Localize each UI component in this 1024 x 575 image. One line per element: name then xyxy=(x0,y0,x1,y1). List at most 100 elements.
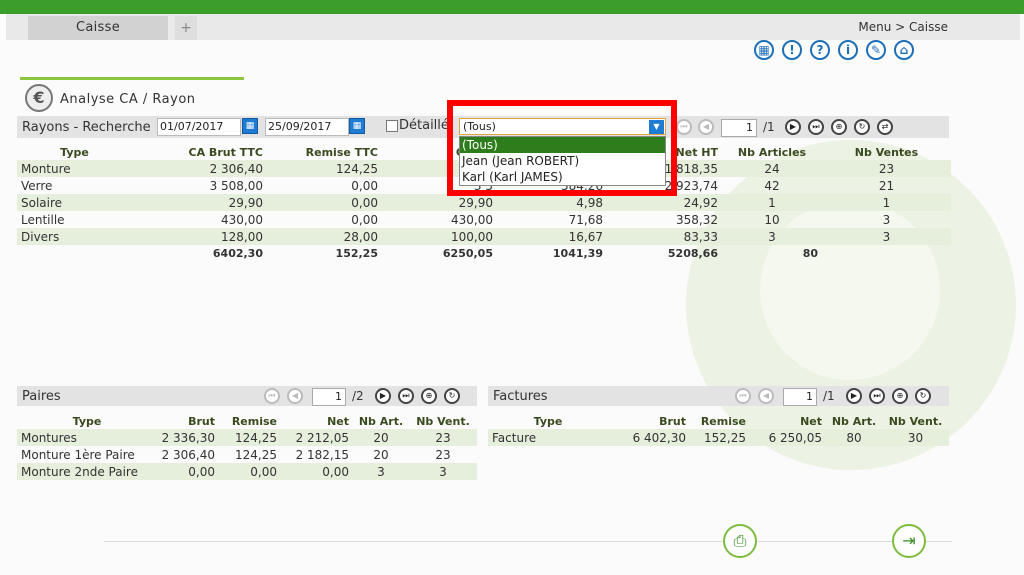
total-cell: 6250,05 xyxy=(442,247,493,260)
cell: 4,98 xyxy=(497,194,607,211)
totals-row: 6402,30 152,25 6250,05 1041,39 5208,66 8… xyxy=(17,245,951,262)
add-tab-button[interactable]: + xyxy=(175,16,197,40)
paires-page-input[interactable]: 1 xyxy=(312,388,346,406)
table-row[interactable]: Divers 128,00 28,00 100,00 16,67 83,33 3… xyxy=(17,228,951,245)
alert-icon[interactable]: ! xyxy=(782,40,802,60)
cell: 10 xyxy=(764,212,780,227)
home-icon[interactable]: ⌂ xyxy=(894,40,914,60)
col-header[interactable]: Type xyxy=(17,413,157,429)
last-page-icon[interactable]: ⏭ xyxy=(398,388,414,404)
tab-caisse[interactable]: Caisse xyxy=(28,16,168,40)
cell: 3 xyxy=(882,212,891,227)
top-brand-bar xyxy=(0,0,1024,14)
table-row[interactable]: Facture 6 402,30 152,25 6 250,05 80 30 xyxy=(488,429,949,446)
last-page-icon[interactable]: ⏭ xyxy=(869,388,885,404)
help-icon[interactable]: ? xyxy=(810,40,830,60)
next-page-icon[interactable]: ▶ xyxy=(785,119,801,135)
cell: 1 xyxy=(722,194,822,211)
cell: 152,25 xyxy=(690,429,750,446)
info-icon[interactable]: i xyxy=(838,40,858,60)
col-header[interactable]: Type xyxy=(17,144,132,160)
last-page-icon[interactable]: ⏭ xyxy=(808,119,824,135)
table-row[interactable]: Lentille 430,00 0,00 430,00 71,68 358,32… xyxy=(17,211,951,228)
date-to-input[interactable]: 25/09/2017 xyxy=(265,118,349,136)
zoom-icon[interactable]: ⊕ xyxy=(421,388,437,404)
zoom-icon[interactable]: ⊕ xyxy=(831,119,847,135)
cell: 358,32 xyxy=(676,212,718,227)
prev-page-icon[interactable]: ◀ xyxy=(287,388,303,404)
zoom-icon[interactable]: ⊕ xyxy=(892,388,908,404)
cell: 3 xyxy=(409,463,477,480)
print-button[interactable]: ⎙ xyxy=(723,524,757,558)
factures-title: Factures xyxy=(493,389,548,404)
next-page-icon[interactable]: ▶ xyxy=(846,388,862,404)
detail-checkbox[interactable] xyxy=(386,120,398,132)
col-header[interactable]: Remise xyxy=(219,413,281,429)
prev-page-icon[interactable]: ◀ xyxy=(698,119,714,135)
cell: Monture 2nde Paire xyxy=(17,463,157,480)
cell: 128,00 xyxy=(132,228,267,245)
col-header[interactable]: Net xyxy=(281,413,353,429)
cell: Verre xyxy=(21,178,53,193)
date-from-input[interactable]: 01/07/2017 xyxy=(157,118,241,136)
table-row[interactable]: Montures 2 336,30 124,25 2 212,05 20 23 xyxy=(17,429,477,446)
refresh-icon[interactable]: ↻ xyxy=(915,388,931,404)
cell: Monture xyxy=(17,160,132,177)
cell: 3 508,00 xyxy=(209,178,263,193)
col-header[interactable]: Nb Ventes xyxy=(822,144,951,160)
col-header[interactable]: Nb Art. xyxy=(826,413,882,429)
table-row[interactable]: Monture 1ère Paire 2 306,40 124,25 2 182… xyxy=(17,446,477,463)
col-header[interactable]: Remise xyxy=(690,413,750,429)
cell: Solaire xyxy=(17,194,132,211)
col-header[interactable]: Net xyxy=(750,413,826,429)
first-page-icon[interactable]: ⏮ xyxy=(735,388,751,404)
col-header[interactable]: Nb Articles xyxy=(722,144,822,160)
title-underline xyxy=(20,77,244,80)
refresh-icon[interactable]: ↻ xyxy=(444,388,460,404)
cell: 3 xyxy=(822,228,951,245)
page-number-input[interactable]: 1 xyxy=(721,119,757,137)
next-page-icon[interactable]: ▶ xyxy=(375,388,391,404)
col-header[interactable]: CA Brut TTC xyxy=(132,144,267,160)
export-icon[interactable]: ⇄ xyxy=(877,119,893,135)
cell: 0,00 xyxy=(157,463,219,480)
factures-page-input[interactable]: 1 xyxy=(783,388,817,406)
table-row[interactable]: Monture 2nde Paire 0,00 0,00 0,00 3 3 xyxy=(17,463,477,480)
cell: Lentille xyxy=(21,212,65,227)
cell: 124,25 xyxy=(235,447,277,462)
cell: 3 xyxy=(353,463,409,480)
detail-label: Détaillé xyxy=(399,118,449,133)
calculator-icon[interactable]: ▦ xyxy=(754,40,774,60)
cell: 20 xyxy=(373,447,389,462)
col-header[interactable]: Nb Art. xyxy=(353,413,409,429)
cell: 124,25 xyxy=(219,429,281,446)
paires-title: Paires xyxy=(22,389,61,404)
paires-page-total: /2 xyxy=(352,389,364,403)
cell: 2 306,40 xyxy=(161,447,215,462)
paires-table: Type Brut Remise Net Nb Art. Nb Vent. Mo… xyxy=(17,413,477,480)
col-header[interactable]: Brut xyxy=(608,413,690,429)
col-header[interactable]: Brut xyxy=(157,413,219,429)
exit-button[interactable]: ⇥ xyxy=(892,524,926,558)
calendar-from-icon[interactable]: ▦ xyxy=(242,118,258,134)
refresh-icon[interactable]: ↻ xyxy=(854,119,870,135)
cell: 24 xyxy=(722,160,822,177)
cell: 3 xyxy=(722,228,822,245)
cell: 24,92 xyxy=(607,194,722,211)
col-header[interactable]: Nb Vent. xyxy=(882,413,949,429)
prev-page-icon[interactable]: ◀ xyxy=(758,388,774,404)
first-page-icon[interactable]: ⏮ xyxy=(676,119,692,135)
tools-icon[interactable]: ✎ xyxy=(866,40,886,60)
col-header[interactable]: Type xyxy=(488,413,608,429)
cell: 28,00 xyxy=(267,228,382,245)
col-header[interactable]: Remise TTC xyxy=(267,144,382,160)
cell: 0,00 xyxy=(281,463,353,480)
calendar-to-icon[interactable]: ▦ xyxy=(349,118,365,134)
table-row[interactable]: Solaire 29,90 0,00 29,90 4,98 24,92 1 1 xyxy=(17,194,951,211)
cell: 1 xyxy=(822,194,951,211)
total-cell: 1041,39 xyxy=(552,247,603,260)
first-page-icon[interactable]: ⏮ xyxy=(264,388,280,404)
footer-divider xyxy=(104,541,952,542)
col-header[interactable]: Nb Vent. xyxy=(409,413,477,429)
cell: 6 402,30 xyxy=(608,429,690,446)
